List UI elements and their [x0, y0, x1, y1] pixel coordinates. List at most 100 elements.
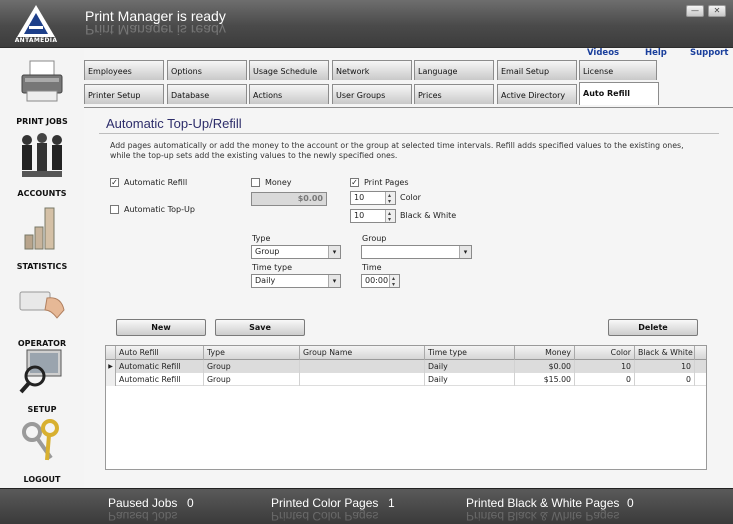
time-type-value: Daily — [255, 276, 276, 285]
group-label: Group — [362, 234, 387, 243]
sidebar-item-operator[interactable]: OPERATOR — [0, 280, 84, 350]
tab-active-directory[interactable]: Active Directory — [497, 84, 577, 104]
tab-auto-refill[interactable]: Auto Refill — [579, 82, 659, 105]
tab-printer-setup[interactable]: Printer Setup — [84, 84, 164, 104]
chevron-down-icon[interactable]: ▾ — [328, 246, 340, 258]
table-row[interactable]: Automatic Refill Group Daily $15.00 0 0 — [106, 373, 706, 386]
column-header[interactable]: Black & White — [635, 346, 695, 360]
row-selected-icon: ▶ — [106, 360, 116, 373]
column-header[interactable]: Time type — [425, 346, 515, 360]
type-select[interactable]: Group ▾ — [251, 245, 341, 259]
printer-icon — [21, 60, 63, 102]
table-cell: Daily — [425, 373, 515, 386]
money-input[interactable]: $0.00 — [251, 192, 327, 206]
time-label: Time — [362, 263, 382, 272]
save-button[interactable]: Save — [215, 319, 305, 336]
help-link[interactable]: Help — [645, 48, 667, 58]
row-indicator — [106, 373, 116, 386]
delete-button[interactable]: Delete — [608, 319, 698, 336]
sidebar-item-accounts[interactable]: ACCOUNTS — [0, 130, 84, 200]
tab-database[interactable]: Database — [167, 84, 247, 104]
table-cell: Group — [204, 373, 300, 386]
money-checkbox[interactable]: Money — [251, 178, 292, 187]
column-header[interactable]: Color — [575, 346, 635, 360]
automatic-topup-checkbox[interactable]: Automatic Top-Up — [110, 205, 195, 214]
tab-license[interactable]: License — [579, 60, 657, 80]
tab-usage-schedule[interactable]: Usage Schedule — [249, 60, 329, 80]
time-type-label: Time type — [252, 263, 292, 272]
type-value: Group — [255, 247, 280, 256]
checkbox-checked-icon: ✓ — [350, 178, 359, 187]
time-stepper[interactable]: 00:00 — [361, 273, 400, 291]
sidebar-item-logout[interactable]: LOGOUT — [0, 416, 84, 486]
checkbox-unchecked-icon — [251, 178, 260, 187]
paused-jobs-label: Paused Jobs — [108, 496, 178, 510]
sidebar-item-label: STATISTICS — [16, 262, 68, 271]
black-white-label: Black & White — [400, 211, 457, 220]
new-button[interactable]: New — [116, 319, 206, 336]
status-reflection: Paused Jobs — [108, 509, 178, 523]
column-header[interactable]: Type — [204, 346, 300, 360]
time-value: 00:00 — [365, 276, 389, 285]
automatic-refill-label: Automatic Refill — [124, 178, 188, 187]
group-select[interactable]: ▾ — [361, 245, 472, 259]
table-cell: 10 — [635, 360, 695, 373]
automatic-topup-label: Automatic Top-Up — [124, 205, 195, 214]
table-cell: Group — [204, 360, 300, 373]
stepper-arrows-icon[interactable] — [385, 208, 395, 226]
color-pages-stepper[interactable]: 10 — [350, 190, 396, 208]
sidebar-item-setup[interactable]: SETUP — [0, 346, 84, 416]
time-type-select[interactable]: Daily ▾ — [251, 274, 341, 288]
stepper-arrows-icon[interactable] — [389, 273, 399, 291]
table-cell: $0.00 — [515, 360, 575, 373]
tab-language[interactable]: Language — [414, 60, 494, 80]
tab-email-setup[interactable]: Email Setup — [497, 60, 577, 80]
tab-employees[interactable]: Employees — [84, 60, 164, 80]
column-header[interactable]: Auto Refill — [116, 346, 204, 360]
printed-color-label: Printed Color Pages — [271, 496, 379, 510]
sidebar-item-print-jobs[interactable]: PRINT JOBS — [0, 58, 84, 128]
automatic-refill-checkbox[interactable]: ✓ Automatic Refill — [110, 178, 187, 187]
table-cell: Automatic Refill — [116, 373, 204, 386]
table-cell: 0 — [635, 373, 695, 386]
minimize-button[interactable]: — — [686, 5, 704, 17]
tab-options[interactable]: Options — [167, 60, 247, 80]
logo-text: ANTAMEDIA — [14, 37, 58, 44]
status-reflection: Printed Black & White Pages — [466, 509, 620, 523]
operator-icon — [19, 291, 65, 319]
bw-pages-stepper[interactable]: 10 — [350, 208, 396, 226]
sidebar-item-label: LOGOUT — [23, 475, 61, 484]
tab-prices[interactable]: Prices — [414, 84, 494, 104]
videos-link[interactable]: Videos — [587, 48, 619, 58]
status-title-reflection: Print Manager is ready — [85, 22, 226, 38]
title-bar: ANTAMEDIA Print Manager is ready Print M… — [0, 0, 733, 48]
close-button[interactable]: ✕ — [708, 5, 726, 17]
tab-actions[interactable]: Actions — [249, 84, 329, 104]
column-header[interactable]: Group Name — [300, 346, 425, 360]
antamedia-logo: ANTAMEDIA — [10, 4, 62, 44]
checkbox-unchecked-icon — [110, 205, 119, 214]
table-cell — [300, 373, 425, 386]
printed-bw-count: 0 — [627, 496, 634, 510]
column-header[interactable]: Money — [515, 346, 575, 360]
table-cell — [300, 360, 425, 373]
stepper-arrows-icon[interactable] — [385, 190, 395, 208]
sidebar-item-label: SETUP — [27, 405, 57, 414]
section-description: Add pages automatically or add the money… — [110, 141, 684, 160]
table-header: Auto Refill Type Group Name Time type Mo… — [106, 346, 706, 360]
sidebar-item-statistics[interactable]: STATISTICS — [0, 203, 84, 273]
bw-pages-value: 10 — [354, 211, 365, 220]
keys-icon — [22, 419, 59, 461]
print-pages-checkbox[interactable]: ✓ Print Pages — [350, 178, 408, 187]
checkbox-checked-icon: ✓ — [110, 178, 119, 187]
chevron-down-icon[interactable]: ▾ — [459, 246, 471, 258]
sidebar-item-label: PRINT JOBS — [16, 117, 68, 126]
chevron-down-icon[interactable]: ▾ — [328, 275, 340, 287]
printed-color-count: 1 — [388, 496, 395, 510]
tab-user-groups[interactable]: User Groups — [332, 84, 412, 104]
tab-network[interactable]: Network — [332, 60, 412, 80]
support-link[interactable]: Support — [690, 48, 728, 58]
table-row[interactable]: ▶ Automatic Refill Group Daily $0.00 10 … — [106, 360, 706, 373]
main-content: Videos Help Support Employees Options Us… — [84, 48, 733, 488]
accounts-icon — [22, 133, 62, 177]
